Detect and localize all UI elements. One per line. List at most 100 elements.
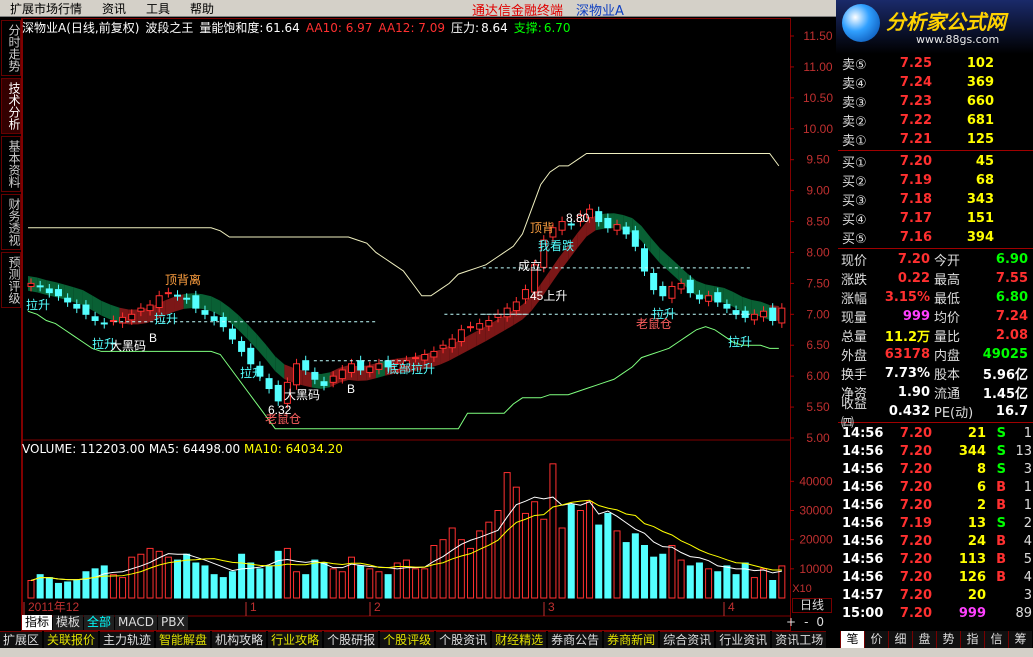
globe-icon xyxy=(842,4,880,42)
volume-bar xyxy=(760,568,768,599)
volume-bar xyxy=(265,565,273,599)
tick-side: S xyxy=(996,443,1006,459)
quote-label: 最低 xyxy=(934,292,961,307)
volume-bar xyxy=(686,565,694,599)
buy-level-row[interactable]: 买③ 7.18 343 xyxy=(838,190,1033,209)
quote-value: 7.24 xyxy=(995,309,1028,324)
right-tab[interactable]: 细 xyxy=(888,631,912,648)
sell-level-row[interactable]: 卖⑤ 7.25 102 xyxy=(838,54,1033,73)
sell-level-row[interactable]: 卖④ 7.24 369 xyxy=(838,73,1033,92)
bottom-tab[interactable]: 关联报价 xyxy=(44,631,99,648)
candle-body xyxy=(146,304,154,312)
sell-level-row[interactable]: 卖③ 7.23 660 xyxy=(838,92,1033,111)
bottom-tab[interactable]: 个股评级 xyxy=(380,631,435,648)
bottom-tab[interactable]: 综合资讯 xyxy=(660,631,715,648)
bottom-tab[interactable]: 扩展区 xyxy=(0,631,43,648)
zoom-in-button[interactable]: + xyxy=(786,615,796,629)
right-tab[interactable]: 筹 xyxy=(1008,631,1032,648)
candle-body xyxy=(91,316,99,321)
kline-chart[interactable]: 11.50 11.00 10.50 10.00 9.50 9.00 8.50 8.00 7.50… xyxy=(22,18,838,631)
side-tab-technical[interactable]: 技术分析 xyxy=(1,78,21,134)
candle-body xyxy=(164,292,172,295)
bottom-tab[interactable]: 个股研报 xyxy=(324,631,379,648)
volume-bar xyxy=(82,571,90,599)
subtab-pbx[interactable]: PBX xyxy=(158,615,188,630)
level-volume: 369 xyxy=(966,75,994,90)
level-volume: 660 xyxy=(966,94,994,109)
order-book-divider xyxy=(838,150,1033,151)
level-price: 7.17 xyxy=(899,211,932,226)
ma-ribbon-segment xyxy=(275,356,285,380)
menu-item[interactable]: 帮助 xyxy=(180,0,224,17)
volume-bar xyxy=(311,559,319,599)
sell-level-row[interactable]: 卖① 7.21 125 xyxy=(838,130,1033,149)
candle-body xyxy=(347,363,355,373)
candle-body xyxy=(778,307,786,324)
subtab-all[interactable]: 全部 xyxy=(84,615,115,630)
resistance-line xyxy=(28,153,780,297)
candle-body xyxy=(512,301,520,312)
menu-item[interactable]: 资讯 xyxy=(92,0,136,17)
side-tab-profile[interactable]: 基本资料 xyxy=(1,136,21,192)
buy-level-row[interactable]: 买② 7.19 68 xyxy=(838,171,1033,190)
candle-body xyxy=(228,328,236,340)
bottom-tab[interactable]: 财经精选 xyxy=(492,631,547,648)
candle-body xyxy=(36,285,44,288)
bottom-tab[interactable]: 行业攻略 xyxy=(268,631,323,648)
right-tab[interactable]: 盘 xyxy=(912,631,936,648)
price-axis-label: 5.50 xyxy=(806,400,830,414)
sell-level-row[interactable]: 卖② 7.22 681 xyxy=(838,111,1033,130)
tick-price: 7.20 xyxy=(899,587,932,603)
right-tab[interactable]: 价 xyxy=(864,631,888,648)
buy-level-row[interactable]: 买⑤ 7.16 394 xyxy=(838,228,1033,247)
volume-bar xyxy=(604,512,612,599)
bottom-tab[interactable]: 个股资讯 xyxy=(436,631,491,648)
volume-bar xyxy=(45,577,53,599)
bottom-tab[interactable]: 行业资讯 xyxy=(716,631,771,648)
quote-value: 0.22 xyxy=(897,271,930,286)
subtab-indicator[interactable]: 指标 xyxy=(22,615,53,630)
level-price: 7.22 xyxy=(899,113,932,128)
volume-bar xyxy=(769,580,777,599)
support-label: 支撑: xyxy=(513,21,542,35)
volume-bar xyxy=(467,547,475,599)
side-tab-finance[interactable]: 财务透视 xyxy=(1,194,21,250)
zoom-out-button[interactable]: - xyxy=(804,615,808,629)
subtab-macd[interactable]: MACD xyxy=(115,615,158,630)
right-tab[interactable]: 笔 xyxy=(840,631,864,648)
right-tab[interactable]: 指 xyxy=(960,631,984,648)
bottom-tab[interactable]: 机构攻略 xyxy=(212,631,267,648)
right-tab[interactable]: 势 xyxy=(936,631,960,648)
annotation-bottom-rise: 底部拉升 xyxy=(387,361,435,376)
buy-level-row[interactable]: 买④ 7.17 151 xyxy=(838,209,1033,228)
tick-time: 14:56 xyxy=(842,533,884,549)
menu-item[interactable]: 扩展市场行情 xyxy=(0,0,92,17)
quote-value: 63178 xyxy=(884,347,930,362)
volume-bar xyxy=(695,562,703,599)
bottom-tab[interactable]: 券商公告 xyxy=(548,631,603,648)
bottom-tab[interactable]: 资讯工场 xyxy=(772,631,827,648)
right-tab[interactable]: 信 xyxy=(984,631,1008,648)
tick-side: B xyxy=(996,569,1006,585)
bottom-tab[interactable]: 主力轨迹 xyxy=(100,631,155,648)
period-button[interactable]: 日线 xyxy=(792,598,832,613)
menu-item[interactable]: 工具 xyxy=(136,0,180,17)
chart-zoom-controls: + - 0 xyxy=(786,615,824,629)
candle-body xyxy=(311,371,319,380)
side-tab-rating[interactable]: 预测评级 xyxy=(1,252,21,308)
tick-volume: 999 xyxy=(958,605,986,621)
saturation-label: 量能饱和度: xyxy=(199,21,264,35)
price-axis-label: 10.50 xyxy=(803,91,833,105)
tick-time: 14:56 xyxy=(842,443,884,459)
bottom-tab[interactable]: 智能解盘 xyxy=(156,631,211,648)
side-tab-intraday[interactable]: 分时走势 xyxy=(1,20,21,76)
stock-title: 深物业A xyxy=(576,4,624,19)
ma-ribbon-segment xyxy=(211,296,221,316)
volume-bar xyxy=(109,574,117,599)
level-price: 7.20 xyxy=(899,154,932,169)
zoom-reset-button[interactable]: 0 xyxy=(816,615,824,629)
bottom-tab[interactable]: 券商新闻 xyxy=(604,631,659,648)
buy-level-row[interactable]: 买① 7.20 45 xyxy=(838,152,1033,171)
subtab-template[interactable]: 模板 xyxy=(53,615,84,630)
tick-time: 14:56 xyxy=(842,497,884,513)
